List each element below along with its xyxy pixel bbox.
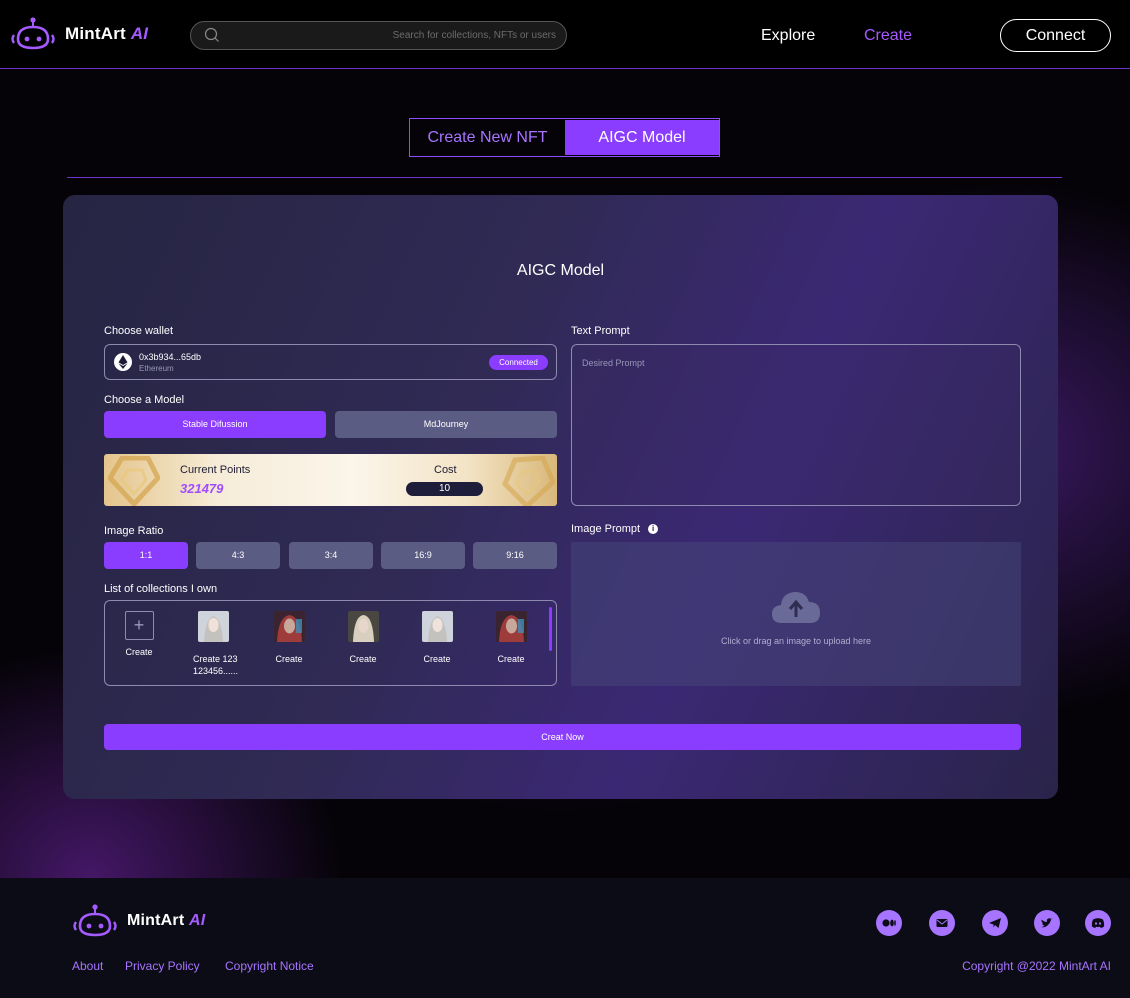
wallet-selector[interactable]: 0x3b934...65db Ethereum Connected xyxy=(104,344,557,380)
ratio-4-3-button[interactable]: 4:3 xyxy=(196,542,280,569)
collection-add-item[interactable]: + Create xyxy=(109,611,169,658)
tab-aigc-model[interactable]: AIGC Model xyxy=(565,120,719,155)
create-tabs: Create New NFT AIGC Model xyxy=(409,118,720,157)
image-prompt-label: Image Prompt i xyxy=(571,523,659,535)
telegram-icon[interactable] xyxy=(982,910,1008,936)
cost-value: 10 xyxy=(406,482,483,496)
section-divider xyxy=(67,177,1062,178)
collection-thumbnail xyxy=(197,611,229,642)
model-midjourney-button[interactable]: MdJourney xyxy=(335,411,557,438)
page-footer: MintArt AI About Privacy Policy Copyrigh… xyxy=(0,878,1130,998)
robot-icon xyxy=(11,17,55,50)
twitter-icon[interactable] xyxy=(1034,910,1060,936)
brand-logo[interactable]: MintArt AI xyxy=(10,14,148,54)
collections-scrollbar[interactable] xyxy=(549,607,552,651)
create-now-button[interactable]: Creat Now xyxy=(104,724,1021,750)
nav-create[interactable]: Create xyxy=(864,27,912,45)
connect-button[interactable]: Connect xyxy=(1000,19,1111,52)
footer-brand-logo[interactable]: MintArt AI xyxy=(72,904,205,938)
collection-thumbnail xyxy=(495,611,527,642)
image-upload-dropzone[interactable]: Click or drag an image to upload here xyxy=(571,542,1021,686)
brand-name: MintArt AI xyxy=(65,24,149,43)
aigc-card: AIGC Model Choose wallet 0x3b934...65db … xyxy=(63,195,1058,799)
footer-link-privacy[interactable]: Privacy Policy xyxy=(125,959,200,973)
collection-item[interactable]: Create xyxy=(407,611,467,665)
collection-thumbnail xyxy=(421,611,453,642)
robot-icon xyxy=(73,904,117,937)
model-stable-diffusion-button[interactable]: Stable Difussion xyxy=(104,411,326,438)
gold-gem-icon xyxy=(108,456,160,506)
collections-list[interactable]: + Create Create 123 123456...... Create xyxy=(104,600,557,686)
text-prompt-label: Text Prompt xyxy=(571,325,630,337)
collection-item[interactable]: Create 123 123456...... xyxy=(183,611,243,677)
wallet-chain: Ethereum xyxy=(139,364,174,373)
points-panel: Current Points 321479 Cost 10 xyxy=(104,454,557,506)
cloud-upload-icon xyxy=(772,592,820,623)
search-input[interactable]: Search for collections, NFTs or users xyxy=(393,30,556,41)
collection-label: Create xyxy=(125,647,153,657)
cost-label: Cost xyxy=(434,464,457,476)
search-bar[interactable]: Search for collections, NFTs or users xyxy=(190,21,567,50)
text-prompt-placeholder: Desired Prompt xyxy=(582,358,645,368)
connected-badge: Connected xyxy=(489,355,548,370)
ethereum-icon xyxy=(114,353,132,371)
footer-brand-name: MintArt AI xyxy=(127,912,206,929)
ratio-9-16-button[interactable]: 9:16 xyxy=(473,542,557,569)
search-icon xyxy=(204,27,219,42)
ratio-16-9-button[interactable]: 16:9 xyxy=(381,542,465,569)
collection-label: Create 123 123456...... xyxy=(193,654,239,676)
tab-create-new-nft[interactable]: Create New NFT xyxy=(410,119,565,156)
ratio-1-1-button[interactable]: 1:1 xyxy=(104,542,188,569)
wallet-address: 0x3b934...65db xyxy=(139,352,202,362)
email-icon[interactable] xyxy=(929,910,955,936)
info-icon[interactable]: i xyxy=(648,524,659,534)
collection-thumbnail xyxy=(347,611,379,642)
ratio-3-4-button[interactable]: 3:4 xyxy=(289,542,373,569)
current-points-value: 321479 xyxy=(180,481,224,496)
current-points-label: Current Points xyxy=(180,464,251,476)
upload-hint: Click or drag an image to upload here xyxy=(720,636,872,646)
footer-link-about[interactable]: About xyxy=(72,959,103,973)
footer-link-copyright[interactable]: Copyright Notice xyxy=(225,959,314,973)
choose-wallet-label: Choose wallet xyxy=(104,325,174,337)
collections-label: List of collections I own xyxy=(104,583,218,595)
text-prompt-input[interactable]: Desired Prompt xyxy=(571,344,1021,506)
collection-label: Create xyxy=(275,654,303,664)
discord-icon[interactable] xyxy=(1085,910,1111,936)
copyright-text: Copyright @2022 MintArt AI xyxy=(962,959,1111,973)
nav-explore[interactable]: Explore xyxy=(761,27,815,45)
card-title: AIGC Model xyxy=(516,262,605,279)
collection-item[interactable]: Create xyxy=(259,611,319,665)
collection-thumbnail xyxy=(273,611,305,642)
collection-label: Create xyxy=(423,654,451,664)
collection-label: Create xyxy=(349,654,377,664)
top-header: MintArt AI Search for collections, NFTs … xyxy=(0,0,1130,69)
plus-icon[interactable]: + xyxy=(124,611,154,640)
collection-label: Create xyxy=(497,654,525,664)
choose-model-label: Choose a Model xyxy=(104,394,185,406)
medium-icon[interactable] xyxy=(876,910,902,936)
collection-item[interactable]: Create xyxy=(481,611,541,665)
collection-item[interactable]: Create xyxy=(333,611,393,665)
image-ratio-label: Image Ratio xyxy=(104,525,164,537)
gold-gem-icon xyxy=(502,456,555,506)
